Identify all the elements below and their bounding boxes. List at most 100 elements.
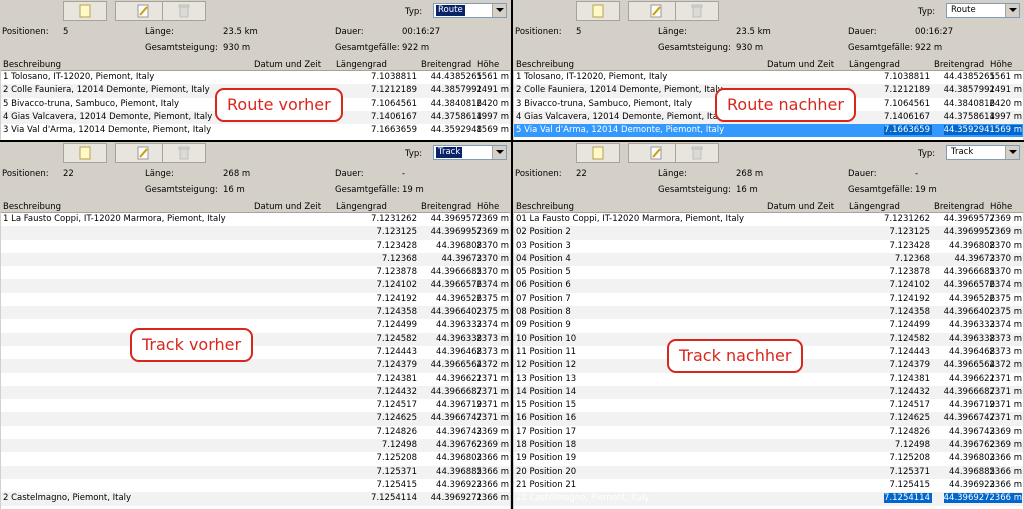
table-row[interactable]: 1 La Fausto Coppi, IT-12020 Marmora, Pie… <box>1 213 510 226</box>
table-row[interactable]: 7.124517 44.396719 2371 m <box>1 399 510 412</box>
cell-longitude: 7.12368 <box>894 253 930 264</box>
cell-longitude: 7.124499 <box>376 320 417 331</box>
table-row[interactable]: 04 Position 4 7.12368 44.39673 2370 m <box>514 252 1023 267</box>
table-row[interactable]: 7.124381 44.396621 2371 m <box>1 373 510 386</box>
table-row[interactable]: 01 La Fausto Coppi, IT-12020 Marmora, Pi… <box>514 213 1023 226</box>
col-height[interactable]: Höhe <box>990 60 1012 70</box>
table-row[interactable]: 1 Tolosano, IT-12020, Piemont, Italy 7.10… <box>514 71 1023 84</box>
table-row[interactable]: 08 Position 8 7.124358 44.3966402 2375 m <box>514 306 1023 320</box>
cell-longitude: 7.1663659 <box>371 125 417 136</box>
delete-button[interactable] <box>162 1 206 21</box>
table-row[interactable]: 7.124625 44.3966747 2371 m <box>1 412 510 426</box>
col-longitude[interactable]: Längengrad <box>849 60 900 70</box>
col-latitude[interactable]: Breitengrad <box>934 202 984 212</box>
table-row[interactable]: 7.12498 44.396762 2369 m <box>1 439 510 453</box>
table-row[interactable]: 5 Via Val d'Arma, 12014 Demonte, Piemont… <box>514 124 1023 138</box>
new-button[interactable] <box>576 1 620 21</box>
table-row[interactable]: 21 Position 21 7.125415 44.396923 2366 m <box>514 479 1023 492</box>
table-row[interactable]: 7.123125 44.3969957 2369 m <box>1 226 510 240</box>
edit-icon <box>137 146 148 160</box>
type-select[interactable]: Route <box>433 3 507 18</box>
cell-description: 01 La Fausto Coppi, IT-12020 Marmora, Pi… <box>516 214 745 224</box>
col-longitude[interactable]: Längengrad <box>849 202 900 212</box>
table-row[interactable]: 7.125208 44.396803 2366 m <box>1 452 510 465</box>
type-select[interactable]: Track <box>946 145 1020 160</box>
new-button[interactable] <box>63 1 107 21</box>
table-row[interactable]: 19 Position 19 7.125208 44.396803 2366 m <box>514 452 1023 465</box>
col-description[interactable]: Beschreibung <box>516 60 574 70</box>
cell-description: 13 Position 13 <box>516 373 577 384</box>
col-datetime[interactable]: Datum und Zeit <box>254 202 321 212</box>
table-row[interactable]: 17 Position 17 7.124826 44.396743 2369 m <box>514 426 1023 439</box>
descent-label: Gesamtgefälle: <box>335 185 400 195</box>
table-row[interactable]: 22 Castelmagno, Piemont, Italy 7.1254114 4… <box>514 492 1023 506</box>
table-row[interactable]: 18 Position 18 7.12498 44.396762 2369 m <box>514 439 1023 453</box>
col-datetime[interactable]: Datum und Zeit <box>767 60 834 70</box>
col-latitude[interactable]: Breitengrad <box>934 60 984 70</box>
col-height[interactable]: Höhe <box>990 202 1012 212</box>
duration-value: 00:16:27 <box>915 27 954 37</box>
table-row[interactable]: 1 Tolosano, IT-12020, Piemont, Italy 7.10… <box>1 71 510 84</box>
col-description[interactable]: Beschreibung <box>3 202 61 212</box>
cell-height: 2369 m <box>989 214 1022 224</box>
cell-description: 1 Tolosano, IT-12020, Piemont, Italy <box>3 72 155 82</box>
table-row[interactable]: 7.124379 44.3966564 2372 m <box>1 359 510 373</box>
type-select[interactable]: Track <box>433 145 507 160</box>
table-row[interactable]: 16 Position 16 7.124625 44.3966747 2371 m <box>514 412 1023 426</box>
table-row[interactable]: 07 Position 7 7.124192 44.396526 2375 m <box>514 293 1023 306</box>
col-height[interactable]: Höhe <box>477 60 499 70</box>
table-row[interactable]: 7.124358 44.3966402 2375 m <box>1 306 510 320</box>
col-description[interactable]: Beschreibung <box>3 60 61 70</box>
table-row[interactable]: 03 Position 3 7.123428 44.396808 2370 m <box>514 240 1023 253</box>
table-row[interactable]: 7.124102 44.3966576 2374 m <box>1 279 510 293</box>
col-datetime[interactable]: Datum und Zeit <box>767 202 834 212</box>
table-row[interactable]: 13 Position 13 7.124381 44.396621 2371 m <box>514 373 1023 386</box>
delete-button[interactable] <box>675 1 719 21</box>
table-row[interactable]: 7.124443 44.396468 2373 m <box>1 346 510 359</box>
col-longitude[interactable]: Längengrad <box>336 202 387 212</box>
table-row[interactable]: 7.124582 44.396338 2373 m <box>1 332 510 346</box>
col-datetime[interactable]: Datum und Zeit <box>254 60 321 70</box>
table-row[interactable]: 06 Position 6 7.124102 44.3966576 2374 m <box>514 279 1023 293</box>
table-row[interactable]: 20 Position 20 7.125371 44.396885 2366 m <box>514 465 1023 479</box>
table-row[interactable]: 7.123878 44.3966685 2370 m <box>1 266 510 279</box>
new-button[interactable] <box>63 143 107 163</box>
table-row[interactable]: 14 Position 14 7.124432 44.3966687 2371 m <box>514 385 1023 400</box>
cell-longitude: 7.1038811 <box>371 72 417 82</box>
table-row[interactable]: 7.125371 44.396885 2366 m <box>1 465 510 479</box>
table-row[interactable]: 05 Position 5 7.123878 44.3966685 2370 m <box>514 266 1023 279</box>
cell-description: 11 Position 11 <box>516 346 577 357</box>
table-row[interactable]: 09 Position 9 7.124499 44.396333 2374 m <box>514 319 1023 332</box>
table-row[interactable]: 7.124826 44.396743 2369 m <box>1 426 510 439</box>
table-row[interactable]: 7.123428 44.396808 2370 m <box>1 240 510 253</box>
cell-description: 04 Position 4 <box>516 253 571 264</box>
cell-description: 17 Position 17 <box>516 426 577 437</box>
table-row[interactable]: 02 Position 2 7.123125 44.3969957 2369 m <box>514 226 1023 240</box>
col-height[interactable]: Höhe <box>477 202 499 212</box>
cell-height: 2420 m <box>989 98 1022 109</box>
col-latitude[interactable]: Breitengrad <box>421 202 471 212</box>
col-latitude[interactable]: Breitengrad <box>421 60 471 70</box>
cell-height: 2366 m <box>476 466 509 477</box>
table-row[interactable]: 7.124192 44.396526 2375 m <box>1 293 510 306</box>
cell-longitude: 7.124443 <box>889 346 930 357</box>
col-description[interactable]: Beschreibung <box>516 202 574 212</box>
table-row[interactable]: 15 Position 15 7.124517 44.396719 2371 m <box>514 399 1023 412</box>
table-row[interactable]: 7.124432 44.3966687 2371 m <box>1 385 510 400</box>
cell-longitude: 7.124192 <box>376 293 417 304</box>
cell-description: 14 Position 14 <box>516 386 577 397</box>
new-button[interactable] <box>576 143 620 163</box>
delete-button[interactable] <box>162 143 206 163</box>
type-select[interactable]: Route <box>946 3 1020 18</box>
table-row[interactable]: 2 Castelmagno, Piemont, Italy 7.1254114 44… <box>1 492 510 506</box>
cell-height: 1997 m <box>476 111 509 122</box>
delete-button[interactable] <box>675 143 719 163</box>
table-row[interactable]: 7.12368 44.39673 2370 m <box>1 252 510 267</box>
cell-description: 4 Gias Valcavera, 12014 Demonte, Piemont… <box>3 111 213 122</box>
cell-longitude: 7.124379 <box>376 360 417 371</box>
col-longitude[interactable]: Längengrad <box>336 60 387 70</box>
table-row[interactable]: 7.125415 44.396923 2366 m <box>1 479 510 492</box>
table-row[interactable]: 3 Via Val d'Arma, 12014 Demonte, Piemont… <box>1 124 510 137</box>
table-row[interactable]: 7.124499 44.396333 2374 m <box>1 319 510 332</box>
cell-height: 2366 m <box>476 453 509 464</box>
